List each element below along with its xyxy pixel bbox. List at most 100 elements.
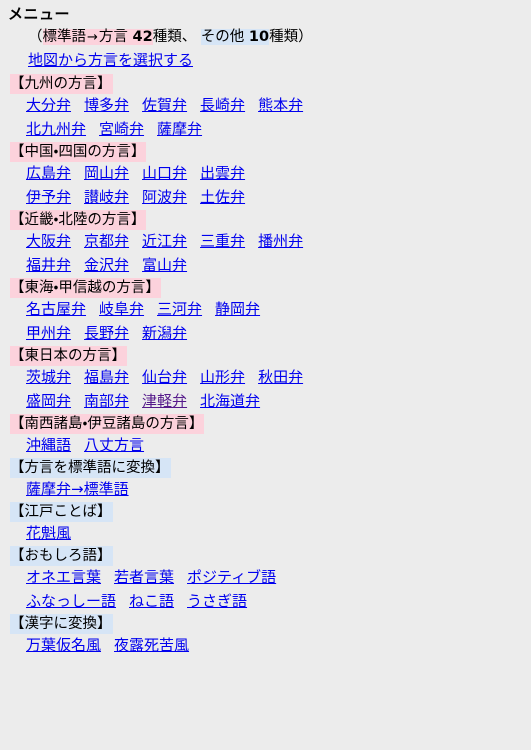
dialect-link[interactable]: 播州弁 [258, 232, 303, 250]
section-header: 【南西諸島・伊豆諸島の方言】 [10, 414, 205, 434]
dialect-link[interactable]: 八丈方言 [84, 436, 144, 454]
dialect-link[interactable]: 万葉仮名風 [26, 636, 101, 654]
dialect-section: 【近畿・北陸の方言】大阪弁 京都弁 近江弁 三重弁 播州弁福井弁 金沢弁 富山弁 [6, 209, 531, 277]
dialect-link[interactable]: 名古屋弁 [26, 300, 86, 318]
dialect-link[interactable]: 北海道弁 [200, 392, 260, 410]
dialect-section: 【江戸ことば】花魁風 [6, 501, 531, 545]
dialect-link[interactable]: 京都弁 [84, 232, 129, 250]
dialect-link[interactable]: 薩摩弁→標準語 [26, 480, 129, 498]
dialect-section: 【東海・甲信越の方言】名古屋弁 岐阜弁 三河弁 静岡弁甲州弁 長野弁 新潟弁 [6, 277, 531, 345]
section-header-wrap: 【方言を標準語に変換】 [6, 457, 531, 478]
dialect-link[interactable]: 土佐弁 [200, 188, 245, 206]
dialect-link[interactable]: 福井弁 [26, 256, 71, 274]
dialect-link[interactable]: 静岡弁 [215, 300, 260, 318]
dialect-sections: 【九州の方言】大分弁 博多弁 佐賀弁 長崎弁 熊本弁北九州弁 宮崎弁 薩摩弁 【中国・四国の方… [6, 73, 531, 657]
section-header: 【東海・甲信越の方言】 [10, 278, 161, 298]
dialect-link[interactable]: 博多弁 [84, 96, 129, 114]
dialect-link-row: オネエ言葉 若者言葉 ポジティブ語 [6, 565, 531, 589]
dialect-link[interactable]: 長野弁 [84, 324, 129, 342]
section-header-wrap: 【東海・甲信越の方言】 [6, 277, 531, 298]
section-header-wrap: 【近畿・北陸の方言】 [6, 209, 531, 230]
dialect-section: 【東日本の方言】 茨城弁 福島弁 仙台弁 山形弁 秋田弁 盛岡弁 南部弁 津軽弁 北海道弁 [6, 345, 531, 413]
dialect-link[interactable]: 盛岡弁 [26, 392, 71, 410]
dialect-link-row: 薩摩弁→標準語 [6, 477, 531, 501]
dialect-link[interactable]: 富山弁 [142, 256, 187, 274]
other-label: その他 [200, 29, 245, 45]
dialect-link[interactable]: ふなっしー語 [26, 592, 116, 610]
dialect-link[interactable]: 津軽弁 [142, 392, 187, 410]
dialect-link[interactable]: 宮崎弁 [99, 120, 144, 138]
dialect-link[interactable]: 秋田弁 [258, 368, 303, 386]
dialect-link[interactable]: 仙台弁 [142, 368, 187, 386]
dialect-section: 【おもしろ語】 オネエ言葉 若者言葉 ポジティブ語 ふなっしー語 ねこ語 うさぎ語 [6, 545, 531, 613]
dialect-link[interactable]: 南部弁 [84, 392, 129, 410]
section-header: 【おもしろ語】 [10, 546, 113, 566]
section-header: 【中国・四国の方言】 [10, 142, 147, 162]
dialect-link-row: 広島弁 岡山弁 山口弁 出雲弁 [6, 161, 531, 185]
dialect-link[interactable]: 近江弁 [142, 232, 187, 250]
dialect-link[interactable]: 伊予弁 [26, 188, 71, 206]
dialect-link[interactable]: 新潟弁 [142, 324, 187, 342]
arrow-right-icon: → [87, 30, 98, 45]
map-select-row: 地図から方言を選択する [6, 49, 531, 72]
dialect-link-row: 万葉仮名風 夜露死苦風 [6, 633, 531, 657]
dialect-link[interactable]: 沖縄語 [26, 436, 71, 454]
dialect-link[interactable]: 岐阜弁 [99, 300, 144, 318]
section-header-wrap: 【東日本の方言】 [6, 345, 531, 366]
dialect-link-row: 伊予弁 讃岐弁 阿波弁 土佐弁 [6, 185, 531, 209]
dialect-label: 方言 [98, 29, 128, 45]
dialect-section: 【九州の方言】大分弁 博多弁 佐賀弁 長崎弁 熊本弁北九州弁 宮崎弁 薩摩弁 [6, 73, 531, 141]
dialect-link[interactable]: 甲州弁 [26, 324, 71, 342]
other-category-highlight: その他 10 [200, 29, 270, 45]
dialect-link[interactable]: 出雲弁 [200, 164, 245, 182]
dialect-link[interactable]: 熊本弁 [258, 96, 303, 114]
section-header: 【江戸ことば】 [10, 502, 113, 522]
dialect-link[interactable]: 花魁風 [26, 524, 71, 542]
dialect-link[interactable]: 若者言葉 [114, 568, 174, 586]
subtitle-separator: 、 [181, 29, 197, 45]
dialect-link[interactable]: 長崎弁 [200, 96, 245, 114]
dialect-link-row: 茨城弁 福島弁 仙台弁 山形弁 秋田弁 [6, 365, 531, 389]
dialect-link[interactable]: 三重弁 [200, 232, 245, 250]
dialect-section: 【方言を標準語に変換】薩摩弁→標準語 [6, 457, 531, 501]
dialect-count: 42 [132, 29, 153, 45]
dialect-link[interactable]: 金沢弁 [84, 256, 129, 274]
dialect-link[interactable]: ポジティブ語 [187, 568, 276, 586]
section-header-wrap: 【おもしろ語】 [6, 545, 531, 566]
dialect-link-row: 沖縄語 八丈方言 [6, 433, 531, 457]
dialect-link[interactable]: 茨城弁 [26, 368, 71, 386]
dialect-link-row: 花魁風 [6, 521, 531, 545]
section-header-wrap: 【漢字に変換】 [6, 613, 531, 634]
dialect-link[interactable]: 福島弁 [84, 368, 129, 386]
dialect-link[interactable]: 広島弁 [26, 164, 71, 182]
section-header-wrap: 【南西諸島・伊豆諸島の方言】 [6, 413, 531, 434]
other-count-unit: 種類 [269, 29, 299, 45]
subtitle-open-paren: （ [28, 29, 43, 45]
dialect-link-row: ふなっしー語 ねこ語 うさぎ語 [6, 589, 531, 613]
section-header-wrap: 【中国・四国の方言】 [6, 141, 531, 162]
dialect-link[interactable]: 三河弁 [157, 300, 202, 318]
dialect-link[interactable]: 佐賀弁 [142, 96, 187, 114]
section-header: 【方言を標準語に変換】 [10, 458, 171, 478]
subtitle-close-paren: ） [298, 29, 313, 45]
map-select-link[interactable]: 地図から方言を選択する [28, 51, 193, 69]
dialect-link-row: 甲州弁 長野弁 新潟弁 [6, 321, 531, 345]
dialect-section: 【中国・四国の方言】 広島弁 岡山弁 山口弁 出雲弁 伊予弁 讃岐弁 阿波弁 土佐弁 [6, 141, 531, 209]
dialect-link[interactable]: 北九州弁 [26, 120, 86, 138]
dialect-link[interactable]: 山形弁 [200, 368, 245, 386]
dialect-link[interactable]: 山口弁 [142, 164, 187, 182]
dialect-link[interactable]: オネエ言葉 [26, 568, 101, 586]
dialect-link-row: 北九州弁 宮崎弁 薩摩弁 [6, 117, 531, 141]
dialect-link[interactable]: 薩摩弁 [157, 120, 202, 138]
dialect-link[interactable]: 讃岐弁 [84, 188, 129, 206]
dialect-link[interactable]: 夜露死苦風 [114, 636, 189, 654]
dialect-section: 【南西諸島・伊豆諸島の方言】 沖縄語 八丈方言 [6, 413, 531, 457]
dialect-link[interactable]: うさぎ語 [187, 592, 247, 610]
dialect-link[interactable]: ねこ語 [129, 592, 174, 610]
dialect-link[interactable]: 大阪弁 [26, 232, 71, 250]
dialect-link[interactable]: 阿波弁 [142, 188, 187, 206]
dialect-link[interactable]: 大分弁 [26, 96, 71, 114]
section-header-wrap: 【九州の方言】 [6, 73, 531, 94]
menu-page: メニュー （標準語→方言 42種類、 その他 10種類） 地図から方言を選択する… [0, 0, 531, 657]
dialect-link[interactable]: 岡山弁 [84, 164, 129, 182]
